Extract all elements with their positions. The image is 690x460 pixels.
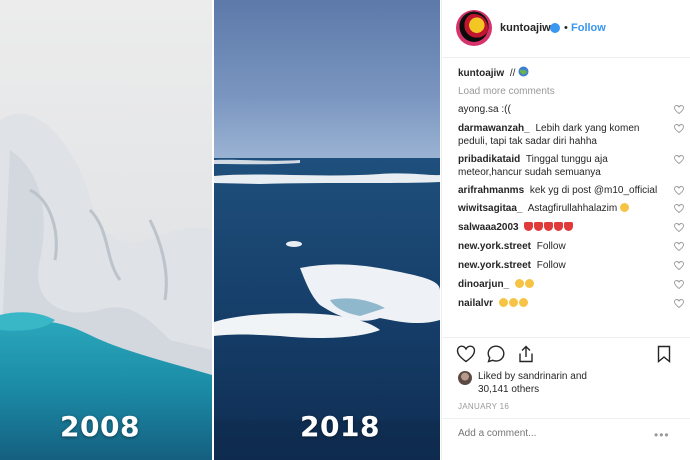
- emoji-icon: [508, 298, 518, 307]
- likes-text[interactable]: Liked by sandrinarin and 30,141 others: [478, 370, 638, 396]
- liker-avatar[interactable]: [458, 371, 472, 385]
- emoji-icon: [564, 222, 574, 231]
- caption-username[interactable]: kuntoajiw: [458, 68, 504, 79]
- year-label-2018: 2018: [300, 410, 380, 443]
- comment-item: salwaaa2003: [458, 221, 688, 234]
- comment-username[interactable]: darmawanzah_: [458, 123, 530, 134]
- emoji-icon: [524, 222, 534, 231]
- photo-comparison-image: [0, 0, 440, 460]
- heart-icon[interactable]: [674, 299, 684, 308]
- comment-text: Follow: [536, 241, 566, 252]
- comment-item: wiwitsagitaa_ Astagfirullahhalazim: [458, 202, 688, 215]
- heart-icon[interactable]: [674, 186, 684, 195]
- heart-icon[interactable]: [674, 261, 684, 270]
- heart-icon[interactable]: [674, 280, 684, 289]
- emoji-icon: [544, 222, 554, 231]
- follow-button[interactable]: Follow: [571, 22, 606, 34]
- emoji-icon: [554, 222, 564, 231]
- emoji-icon: [619, 203, 629, 212]
- comment-text: kek yg di post @m10_official: [529, 185, 658, 196]
- avatar-image: [460, 14, 488, 42]
- heart-icon[interactable]: [674, 223, 684, 232]
- emoji-icon: [514, 279, 524, 288]
- heart-icon[interactable]: [674, 204, 684, 213]
- caption-text: //: [509, 68, 516, 79]
- emoji-icon: [518, 298, 528, 307]
- likes-line-2: 30,141 others: [478, 384, 540, 395]
- bookmark-icon[interactable]: [654, 344, 674, 364]
- post-photo[interactable]: 2008 2018: [0, 0, 440, 460]
- load-more-comments-link[interactable]: Load more comments: [458, 86, 688, 97]
- instagram-post: 2008 2018 kuntoajiw • Follow kuntoajiw /…: [0, 0, 690, 460]
- comment-item: arifrahmanms kek yg di post @m10_officia…: [458, 184, 688, 197]
- heart-icon[interactable]: [674, 105, 684, 114]
- comment-item: new.york.street Follow: [458, 240, 688, 253]
- globe-emoji-icon: [518, 66, 529, 77]
- comment-username[interactable]: arifrahmanms: [458, 185, 524, 196]
- heart-icon[interactable]: [674, 155, 684, 164]
- heart-icon[interactable]: [674, 242, 684, 251]
- header-separator: •: [564, 22, 568, 34]
- likes-line-1: Liked by sandrinarin and: [478, 371, 587, 382]
- emoji-icon: [498, 298, 508, 307]
- comment-username[interactable]: ayong.sa: [458, 104, 499, 115]
- share-icon[interactable]: [516, 344, 536, 364]
- comment-bubble-icon[interactable]: [486, 344, 506, 364]
- comment-username[interactable]: new.york.street: [458, 260, 531, 271]
- comment-item: nailalvr: [458, 297, 688, 310]
- comment-text: Follow: [536, 260, 566, 271]
- comment-item: darmawanzah_ Lebih dark yang komen pedul…: [458, 122, 688, 148]
- comment-username[interactable]: nailalvr: [458, 298, 493, 309]
- post-header: kuntoajiw • Follow: [442, 0, 690, 58]
- comment-username[interactable]: pribadikataid: [458, 154, 520, 165]
- comment-item: dinoarjun_: [458, 278, 688, 291]
- comment-username[interactable]: dinoarjun_: [458, 279, 509, 290]
- avatar[interactable]: [456, 10, 492, 46]
- comment-username[interactable]: salwaaa2003: [458, 222, 519, 233]
- comment-text: Astagfirullahhalazim: [527, 203, 618, 214]
- emoji-icon: [534, 222, 544, 231]
- heart-icon[interactable]: [674, 124, 684, 133]
- comment-item: new.york.street Follow: [458, 259, 688, 272]
- more-options-icon[interactable]: •••: [654, 428, 670, 442]
- post-caption: kuntoajiw //: [458, 66, 688, 80]
- verified-badge-icon: [550, 23, 560, 33]
- comment-text: :((: [501, 104, 511, 115]
- comments-list: kuntoajiw // Load more comments ayong.sa…: [458, 66, 688, 310]
- post-side-panel: kuntoajiw • Follow kuntoajiw // Load mor…: [441, 0, 690, 460]
- add-comment-input[interactable]: [458, 428, 648, 439]
- comment-item: pribadikataid Tinggal tunggu aja meteor,…: [458, 153, 688, 179]
- comment-username[interactable]: new.york.street: [458, 241, 531, 252]
- comment-username[interactable]: wiwitsagitaa_: [458, 203, 522, 214]
- post-date[interactable]: JANUARY 16: [458, 402, 509, 411]
- divider: [442, 418, 690, 419]
- header-username[interactable]: kuntoajiw: [500, 22, 551, 34]
- like-heart-icon[interactable]: [456, 344, 476, 364]
- emoji-icon: [524, 279, 534, 288]
- year-label-2008: 2008: [60, 410, 140, 443]
- divider: [442, 337, 690, 338]
- comment-item: ayong.sa :((: [458, 103, 688, 116]
